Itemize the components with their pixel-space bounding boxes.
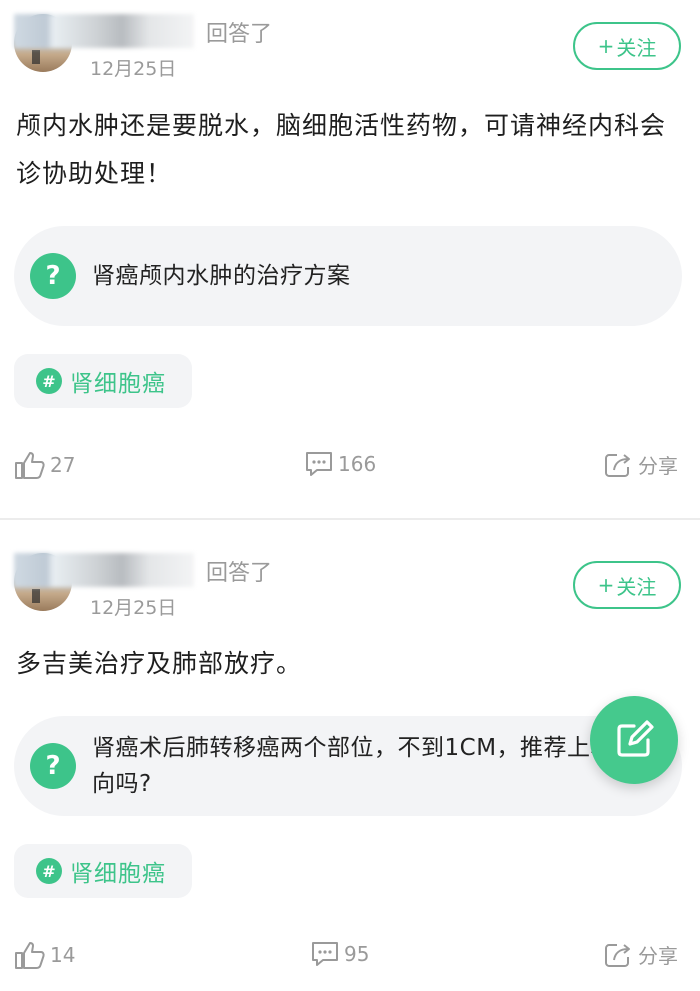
linked-question[interactable]: ? 肾癌颅内水肿的治疗方案 bbox=[14, 226, 682, 326]
username-blurred bbox=[14, 553, 194, 587]
share-icon bbox=[605, 943, 630, 967]
like-button[interactable]: 27 bbox=[14, 450, 75, 480]
answer-text: 颅内水肿还是要脱水，脑细胞活性药物，可请神经内科会诊协助处理！ bbox=[16, 111, 667, 188]
like-count: 14 bbox=[50, 943, 76, 967]
share-button[interactable]: 分享 bbox=[604, 450, 678, 479]
write-answer-fab[interactable] bbox=[590, 696, 678, 784]
like-count: 27 bbox=[50, 453, 76, 477]
like-button[interactable]: 14 bbox=[14, 940, 75, 970]
share-icon bbox=[605, 453, 630, 477]
comment-count: 166 bbox=[338, 452, 377, 476]
card-divider bbox=[0, 518, 700, 520]
comment-bubble-icon bbox=[306, 452, 332, 476]
follow-label: 关注 bbox=[616, 574, 657, 599]
answered-label: 回答了 bbox=[206, 561, 273, 586]
answer-date: 12月25日 bbox=[90, 597, 177, 619]
share-label: 分享 bbox=[638, 944, 678, 968]
topic-tag[interactable]: # 肾细胞癌 bbox=[14, 354, 192, 408]
hash-icon: # bbox=[36, 858, 62, 884]
comment-button[interactable]: 166 bbox=[304, 450, 376, 478]
username-blurred bbox=[14, 14, 194, 48]
share-button[interactable]: 分享 bbox=[604, 940, 678, 969]
topic-tag[interactable]: # 肾细胞癌 bbox=[14, 844, 192, 898]
follow-button[interactable]: + 关注 bbox=[573, 561, 681, 609]
answer-text: 多吉美治疗及肺部放疗。 bbox=[16, 649, 303, 678]
comment-bubble-icon bbox=[312, 942, 338, 966]
answer-card: 回答了 12月25日 + 关注 多吉美治疗及肺部放疗。 ? 肾癌术后肺转移癌两个… bbox=[0, 540, 700, 991]
linked-question[interactable]: ? 肾癌术后肺转移癌两个部位，不到1CM，推荐上靶向吗? bbox=[14, 716, 682, 816]
action-bar: 27 166 分享 bbox=[0, 450, 700, 486]
question-text: 肾癌术后肺转移癌两个部位，不到1CM，推荐上靶向吗? bbox=[92, 735, 615, 797]
edit-pencil-icon bbox=[617, 720, 654, 757]
follow-label: 关注 bbox=[616, 35, 657, 60]
plus-icon: + bbox=[597, 34, 615, 58]
tag-label: 肾细胞癌 bbox=[70, 371, 166, 397]
action-bar: 14 95 分享 bbox=[0, 940, 700, 976]
answered-label: 回答了 bbox=[206, 22, 273, 47]
hash-icon: # bbox=[36, 368, 62, 394]
follow-button[interactable]: + 关注 bbox=[573, 22, 681, 70]
question-text: 肾癌颅内水肿的治疗方案 bbox=[92, 263, 351, 289]
answer-card: 回答了 12月25日 + 关注 颅内水肿还是要脱水，脑细胞活性药物，可请神经内科… bbox=[0, 0, 700, 518]
answer-date: 12月25日 bbox=[90, 58, 177, 80]
tag-label: 肾细胞癌 bbox=[70, 861, 166, 887]
comment-button[interactable]: 95 bbox=[310, 940, 369, 968]
thumbs-up-icon bbox=[15, 942, 45, 969]
question-mark-icon: ? bbox=[30, 743, 76, 789]
question-mark-icon: ? bbox=[30, 253, 76, 299]
plus-icon: + bbox=[597, 573, 615, 597]
share-label: 分享 bbox=[638, 454, 678, 478]
thumbs-up-icon bbox=[15, 452, 45, 479]
comment-count: 95 bbox=[344, 942, 370, 966]
